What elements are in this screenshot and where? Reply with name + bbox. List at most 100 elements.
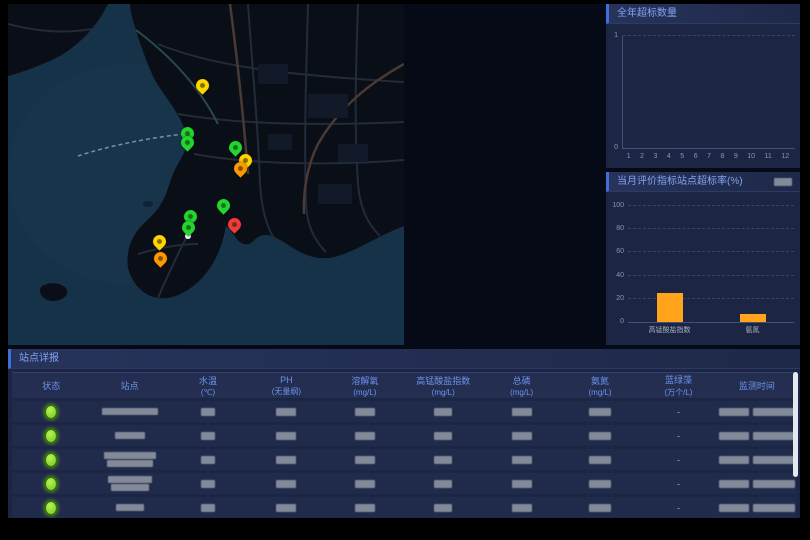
time-redacted bbox=[719, 432, 749, 440]
table-row[interactable]: - bbox=[12, 497, 796, 518]
status-cell bbox=[12, 473, 90, 494]
value-cell bbox=[326, 473, 404, 494]
site-name-redacted bbox=[108, 476, 152, 483]
value-redacted bbox=[201, 432, 215, 440]
value-redacted bbox=[276, 408, 296, 416]
panel-title-text: 全年超标数量 bbox=[617, 8, 677, 19]
x-tick-label: 8 bbox=[720, 153, 724, 160]
value-cell bbox=[247, 497, 325, 518]
gridline bbox=[628, 298, 794, 299]
panel-exceedance-rate: 当月评价指标站点超标率(%) 020406080100高锰酸盐指数氨氮 bbox=[606, 172, 800, 345]
time-redacted bbox=[719, 504, 749, 512]
value-cell bbox=[404, 425, 482, 446]
value-redacted bbox=[355, 504, 375, 512]
value-redacted bbox=[434, 432, 452, 440]
value-redacted bbox=[589, 504, 611, 512]
site-name-redacted bbox=[115, 432, 145, 439]
column-name: 氨氮 bbox=[591, 374, 609, 387]
time-redacted bbox=[719, 480, 749, 488]
y-tick-label: 0 bbox=[608, 318, 624, 325]
value-redacted bbox=[512, 456, 532, 464]
header-cell: 状态 bbox=[12, 373, 90, 398]
column-name: 蓝绿藻 bbox=[665, 373, 692, 386]
column-unit: (mg/L) bbox=[353, 388, 376, 397]
header-cell: 溶解氧(mg/L) bbox=[326, 373, 404, 398]
status-cell bbox=[12, 401, 90, 422]
site-cell bbox=[90, 473, 168, 494]
value-cell bbox=[482, 401, 560, 422]
value-redacted bbox=[276, 456, 296, 464]
time-cell bbox=[718, 449, 796, 470]
column-name: 高锰酸盐指数 bbox=[416, 374, 470, 387]
column-name: 站点 bbox=[121, 379, 139, 392]
header-cell: 监测时间 bbox=[718, 373, 796, 398]
gridline bbox=[628, 205, 794, 206]
x-tick-label: 2 bbox=[640, 153, 644, 160]
value-cell bbox=[169, 449, 247, 470]
table-row[interactable]: - bbox=[12, 425, 796, 446]
time-redacted bbox=[753, 504, 795, 512]
panel-title: 当月评价指标站点超标率(%) bbox=[606, 172, 800, 192]
table-row[interactable]: - bbox=[12, 473, 796, 494]
value-redacted bbox=[589, 480, 611, 488]
value-cell bbox=[404, 497, 482, 518]
column-name: 水温 bbox=[199, 374, 217, 387]
value-redacted bbox=[201, 456, 215, 464]
time-redacted bbox=[719, 456, 749, 464]
algae-cell: - bbox=[639, 473, 717, 494]
rate-bar[interactable] bbox=[657, 293, 683, 322]
column-unit: (无量纲) bbox=[272, 386, 301, 397]
header-cell: PH(无量纲) bbox=[247, 373, 325, 398]
x-tick-label: 10 bbox=[747, 153, 755, 160]
map-base bbox=[8, 4, 404, 345]
gridline bbox=[628, 275, 794, 276]
site-name-redacted bbox=[116, 504, 144, 511]
value-cell bbox=[247, 473, 325, 494]
value-cell bbox=[247, 425, 325, 446]
value-cell bbox=[326, 401, 404, 422]
status-cell bbox=[12, 497, 90, 518]
time-cell bbox=[718, 497, 796, 518]
value-cell bbox=[326, 425, 404, 446]
value-cell bbox=[482, 473, 560, 494]
rate-bar[interactable] bbox=[740, 314, 766, 322]
gridline bbox=[628, 251, 794, 252]
column-name: PH bbox=[280, 375, 293, 385]
value-cell bbox=[561, 497, 639, 518]
value-cell bbox=[404, 401, 482, 422]
site-name-redacted bbox=[102, 408, 158, 415]
x-tick-label: 5 bbox=[680, 153, 684, 160]
y-tick-label: 0 bbox=[606, 144, 618, 151]
empty-line-plot bbox=[622, 36, 795, 149]
value-redacted bbox=[276, 432, 296, 440]
value-redacted bbox=[201, 408, 215, 416]
column-name: 监测时间 bbox=[739, 379, 775, 392]
status-cell bbox=[12, 425, 90, 446]
table-scrollbar[interactable] bbox=[793, 372, 798, 477]
rules-link-redacted[interactable] bbox=[774, 178, 792, 186]
table-row[interactable]: - bbox=[12, 401, 796, 422]
site-cell bbox=[90, 401, 168, 422]
value-cell bbox=[482, 449, 560, 470]
value-cell bbox=[247, 449, 325, 470]
value-redacted bbox=[434, 456, 452, 464]
bar-category-label: 氨氮 bbox=[746, 325, 760, 335]
x-tick-label: 4 bbox=[667, 153, 671, 160]
value-cell bbox=[482, 425, 560, 446]
column-name: 溶解氧 bbox=[351, 374, 378, 387]
value-redacted bbox=[512, 432, 532, 440]
x-tick-label: 12 bbox=[781, 153, 789, 160]
value-cell bbox=[326, 449, 404, 470]
table-header: 状态站点水温(℃)PH(无量纲)溶解氧(mg/L)高锰酸盐指数(mg/L)总磷(… bbox=[12, 372, 796, 398]
table-row[interactable]: - bbox=[12, 449, 796, 470]
value-cell bbox=[404, 473, 482, 494]
value-redacted bbox=[434, 408, 452, 416]
site-name-redacted bbox=[104, 452, 156, 459]
column-name: 总磷 bbox=[513, 374, 531, 387]
time-redacted bbox=[719, 408, 749, 416]
y-tick-label: 40 bbox=[608, 272, 624, 279]
map-panel[interactable] bbox=[8, 4, 404, 345]
column-unit: (mg/L) bbox=[588, 388, 611, 397]
status-ok-dot bbox=[44, 452, 58, 468]
x-tick-label: 7 bbox=[707, 153, 711, 160]
